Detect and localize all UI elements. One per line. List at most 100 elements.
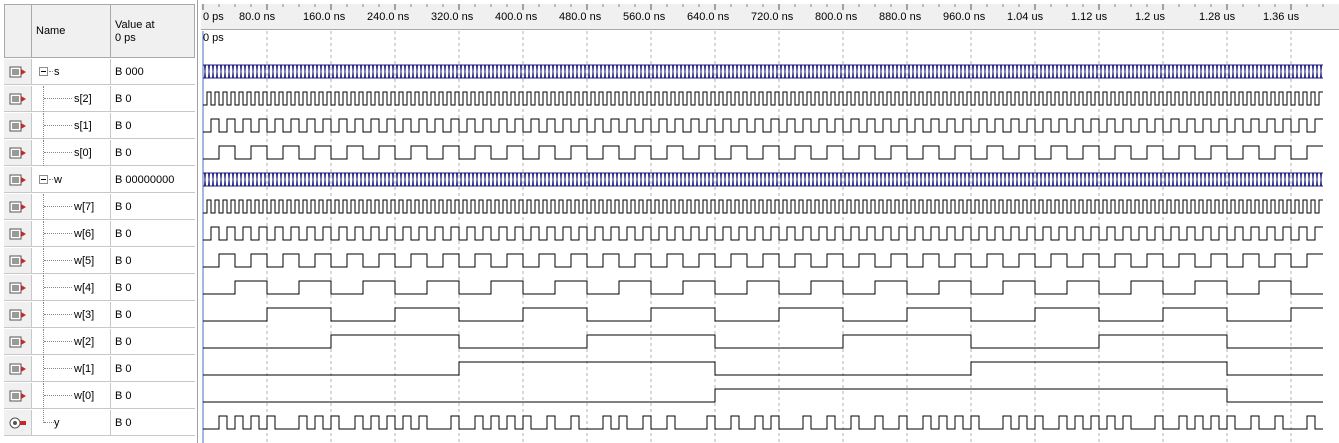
signal-value: B 000 xyxy=(115,66,144,78)
pin-cell xyxy=(4,329,32,354)
bit-waveform xyxy=(203,307,1323,322)
tree-connector xyxy=(44,341,72,342)
signal-value: B 0 xyxy=(115,363,132,375)
tree-connector xyxy=(43,86,44,112)
tree-connector xyxy=(49,179,53,180)
header-value-label-line1: Value at xyxy=(115,19,155,31)
signal-value-cell: B 0 xyxy=(110,86,196,111)
tree-connector xyxy=(43,221,44,247)
signal-name: s[0] xyxy=(74,147,92,159)
tree-connector xyxy=(43,248,44,274)
pin-cell xyxy=(4,410,32,435)
input-pin-icon xyxy=(9,120,27,132)
tree-connector xyxy=(44,287,72,288)
tree-connector xyxy=(43,113,44,139)
tree-connector xyxy=(44,260,72,261)
header-value-column[interactable]: Value at 0 ps xyxy=(110,4,195,58)
signal-row[interactable]: y B 0 xyxy=(4,410,195,436)
signal-name: w[1] xyxy=(74,363,95,375)
tree-connector xyxy=(44,233,72,234)
waveform-area[interactable]: 0 ps 80.0 ns 160.0 ns 240.0 ns 320.0 ns 400.0… xyxy=(201,4,1339,443)
collapse-toggle-icon[interactable] xyxy=(39,67,48,76)
pin-cell xyxy=(4,275,32,300)
tree-connector xyxy=(43,275,44,301)
tree-connector xyxy=(49,71,53,72)
tree-connector xyxy=(44,395,72,396)
input-pin-icon xyxy=(9,255,27,267)
bit-waveform xyxy=(203,226,1323,241)
signal-row[interactable]: w[3] B 0 xyxy=(4,302,195,328)
bit-waveform xyxy=(203,145,1323,160)
signal-row[interactable]: w[0] B 0 xyxy=(4,383,195,409)
signal-name: w[3] xyxy=(74,309,95,321)
header-value-label-line2: 0 ps xyxy=(115,32,136,44)
signal-value-cell: B 0 xyxy=(110,113,196,138)
pin-cell xyxy=(4,356,32,381)
tree-connector xyxy=(43,329,44,355)
input-pin-icon xyxy=(9,309,27,321)
signal-value: B 00000000 xyxy=(115,174,175,186)
signal-value-cell: B 000 xyxy=(110,59,196,84)
signal-row[interactable]: s[1] B 0 xyxy=(4,113,195,139)
signal-row[interactable]: w[7] B 0 xyxy=(4,194,195,220)
signal-value-cell: B 0 xyxy=(110,383,196,408)
signal-name: w[2] xyxy=(74,336,95,348)
signal-list-panel: Name Value at 0 ps sB 000 s[2] B 0 s[1] B 0s… xyxy=(0,0,198,443)
input-pin-icon xyxy=(9,228,27,240)
header-name-label: Name xyxy=(36,25,66,37)
pin-cell xyxy=(4,221,32,246)
signal-name: w xyxy=(54,174,62,186)
bit-waveform xyxy=(203,253,1323,268)
tree-connector xyxy=(43,140,44,166)
signal-value-cell: B 0 xyxy=(110,302,196,327)
tree-connector xyxy=(44,98,72,99)
tree-connector xyxy=(44,422,54,423)
signal-value: B 0 xyxy=(115,147,132,159)
signal-row[interactable]: w[4] B 0 xyxy=(4,275,195,301)
header-name-column[interactable]: Name xyxy=(31,4,111,58)
pin-cell xyxy=(4,140,32,165)
signal-row[interactable]: w[5] B 0 xyxy=(4,248,195,274)
input-pin-icon xyxy=(9,363,27,375)
waveform-canvas[interactable] xyxy=(201,4,1339,443)
bit-waveform xyxy=(203,199,1323,214)
input-pin-icon xyxy=(9,66,27,78)
pin-cell xyxy=(4,302,32,327)
bit-waveform xyxy=(203,280,1323,295)
signal-value-cell: B 0 xyxy=(110,140,196,165)
signal-row[interactable]: w[1] B 0 xyxy=(4,356,195,382)
signal-value: B 0 xyxy=(115,255,132,267)
pin-cell xyxy=(4,113,32,138)
signal-value-cell: B 00000000 xyxy=(110,167,196,192)
signal-name: w[7] xyxy=(74,201,95,213)
signal-value: B 0 xyxy=(115,417,132,429)
signal-value-cell: B 0 xyxy=(110,194,196,219)
signal-row[interactable]: w[2] B 0 xyxy=(4,329,195,355)
signal-row[interactable]: s[0] B 0 xyxy=(4,140,195,166)
pin-cell xyxy=(4,59,32,84)
tree-connector xyxy=(44,206,72,207)
collapse-toggle-icon[interactable] xyxy=(39,175,48,184)
bit-waveform xyxy=(203,118,1323,133)
input-pin-icon xyxy=(9,282,27,294)
signal-value: B 0 xyxy=(115,282,132,294)
signal-row[interactable]: w[6] B 0 xyxy=(4,221,195,247)
tree-connector xyxy=(44,368,72,369)
signal-row[interactable]: s B 000 xyxy=(4,59,195,85)
signal-name: s[1] xyxy=(74,120,92,132)
signal-value: B 0 xyxy=(115,93,132,105)
signal-name: w[0] xyxy=(74,390,95,402)
signal-row[interactable]: w B 00000000 xyxy=(4,167,195,193)
tree-connector xyxy=(43,194,44,220)
input-pin-icon xyxy=(9,147,27,159)
tree-connector xyxy=(43,383,44,409)
signal-name: w[5] xyxy=(74,255,95,267)
tree-connector xyxy=(44,152,72,153)
pin-cell xyxy=(4,167,32,192)
signal-row[interactable]: s[2] B 0 xyxy=(4,86,195,112)
signal-value: B 0 xyxy=(115,201,132,213)
bit-waveform xyxy=(203,388,1323,403)
input-pin-icon xyxy=(9,390,27,402)
output-pin-icon xyxy=(9,417,27,429)
signal-value-cell: B 0 xyxy=(110,329,196,354)
